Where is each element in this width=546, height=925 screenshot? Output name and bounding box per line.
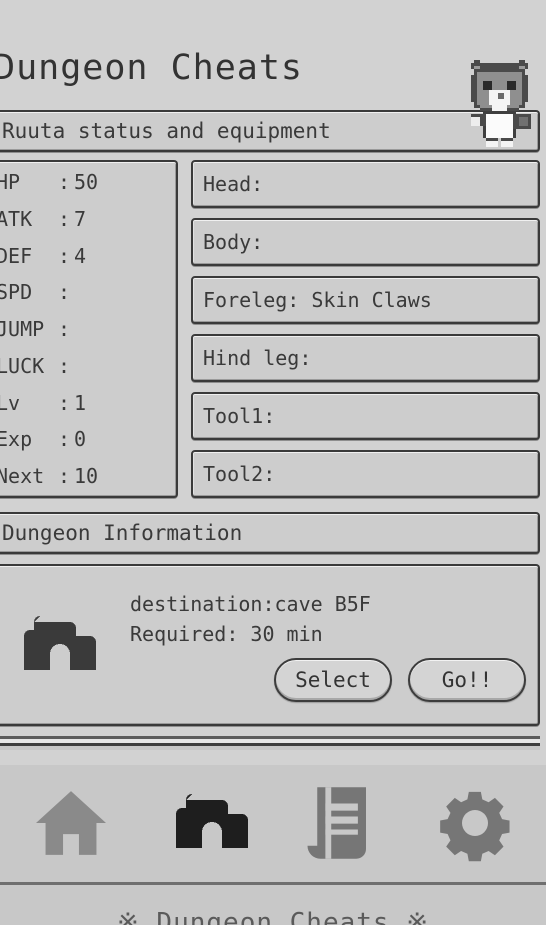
- dungeon-details: destination:cave B5F Required: 30 min Se…: [112, 588, 528, 702]
- equip-slot-head[interactable]: Head:: [191, 160, 540, 208]
- app-header: Dungeon Cheats: [0, 0, 546, 147]
- stat-label-spd: SPD: [0, 280, 33, 305]
- equip-slot-hind-leg[interactable]: Hind leg:: [191, 334, 540, 382]
- stat-row-luck: LUCK :: [0, 356, 176, 376]
- stat-colon-exp: :: [58, 427, 71, 452]
- stat-row-spd: SPD :: [0, 282, 176, 302]
- cat-character-sprite: [462, 57, 540, 153]
- footer: ※ Dungeon Cheats ※: [0, 884, 546, 925]
- app-root: Dungeon Cheats Ruuta status and equipmen…: [0, 0, 546, 925]
- main-content: HP : 50 ATK : 7 DEF : 4 SPD : JUMP: LUC…: [0, 156, 546, 765]
- go-button[interactable]: Go!!: [408, 658, 526, 702]
- stat-colon-lv: :: [58, 390, 71, 415]
- dungeon-destination: destination:cave B5F: [130, 592, 371, 616]
- home-icon: [32, 788, 110, 858]
- stats-and-equipment: HP : 50 ATK : 7 DEF : 4 SPD : JUMP: LUC…: [0, 160, 540, 498]
- stat-label-next: Next: [0, 464, 45, 488]
- document-icon: [304, 784, 376, 862]
- stat-colon-def: :: [58, 243, 71, 268]
- stat-colon-spd: :: [58, 280, 71, 305]
- stat-row-atk: ATK : 7: [0, 209, 176, 229]
- stat-label-hp: HP: [0, 170, 21, 194]
- gear-icon: [435, 783, 515, 863]
- stat-row-next: Next : 10: [0, 466, 176, 486]
- stat-label-luck: LUCK: [0, 353, 45, 378]
- equip-slot-tool2[interactable]: Tool2:: [191, 450, 540, 498]
- dungeon-required-time: Required: 30 min: [130, 622, 323, 646]
- stat-row-exp: Exp : 0: [0, 429, 176, 449]
- page-title: Dungeon Cheats: [0, 48, 304, 88]
- equip-slot-body[interactable]: Body:: [191, 218, 540, 266]
- dungeon-header-row: Dungeon Information: [0, 512, 540, 558]
- stat-label-jump: JUMP: [0, 317, 45, 341]
- stat-row-def: DEF : 4: [0, 246, 176, 266]
- stat-colon-hp: :: [58, 170, 71, 194]
- equip-slot-tool1[interactable]: Tool1:: [191, 392, 540, 440]
- select-button[interactable]: Select: [274, 658, 392, 702]
- stat-value-atk: 7: [74, 206, 87, 231]
- stat-value-next: 10: [74, 464, 99, 488]
- nav-item-settings[interactable]: [420, 773, 530, 873]
- dungeon-information-panel: destination:cave B5F Required: 30 min Se…: [0, 564, 540, 726]
- stat-label-lv: Lv: [0, 390, 21, 415]
- equip-slot-foreleg[interactable]: Foreleg: Skin Claws: [191, 276, 540, 324]
- nav-item-home[interactable]: [16, 773, 126, 873]
- dungeon-information-header: Dungeon Information: [0, 512, 540, 554]
- cave-entrance-icon: [6, 614, 102, 676]
- stat-row-lv: Lv : 1: [0, 393, 176, 413]
- stat-label-exp: Exp: [0, 427, 33, 452]
- cave-icon: [158, 792, 254, 854]
- stat-colon-jump: :: [58, 317, 71, 341]
- dungeon-action-buttons: Select Go!!: [112, 658, 528, 702]
- stat-value-def: 4: [74, 243, 87, 268]
- status-bar-title: Ruuta status and equipment: [0, 110, 540, 152]
- nav-item-document[interactable]: [285, 773, 395, 873]
- stat-colon-luck: :: [58, 353, 71, 378]
- stat-value-lv: 1: [74, 390, 87, 415]
- bottom-navigation: [0, 764, 546, 885]
- stat-row-jump: JUMP :: [0, 319, 176, 339]
- stat-colon-atk: :: [58, 206, 71, 231]
- nav-divider: [0, 736, 540, 750]
- nav-item-dungeon[interactable]: [151, 773, 261, 873]
- stat-colon-next: :: [58, 464, 71, 488]
- stat-value-hp: 50: [74, 170, 99, 194]
- stats-panel: HP : 50 ATK : 7 DEF : 4 SPD : JUMP: LUC…: [0, 160, 178, 498]
- equipment-panel: Head: Body: Foreleg: Skin Claws Hind leg…: [191, 160, 540, 498]
- stat-value-exp: 0: [74, 427, 87, 452]
- stat-label-def: DEF: [0, 243, 33, 268]
- footer-text: ※ Dungeon Cheats ※: [116, 908, 430, 925]
- stat-label-atk: ATK: [0, 206, 33, 231]
- stat-row-hp: HP : 50: [0, 172, 176, 192]
